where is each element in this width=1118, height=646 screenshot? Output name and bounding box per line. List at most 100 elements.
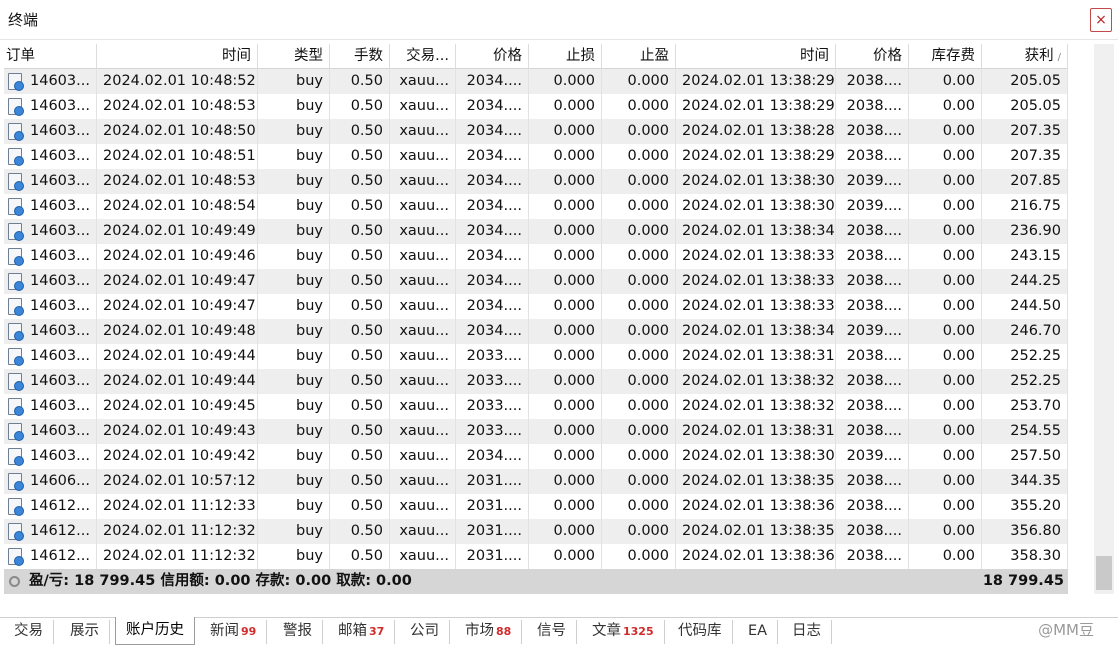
column-header-symbol[interactable]: 交易... xyxy=(390,44,456,69)
table-row[interactable]: 14603... 2024.02.01 10:49:44 buy 0.50 xauu..… xyxy=(4,344,1068,369)
cell-order: 14612... xyxy=(4,494,97,519)
cell-type: buy xyxy=(258,544,330,569)
table-row[interactable]: 14603... 2024.02.01 10:49:49 buy 0.50 xauu..… xyxy=(4,219,1068,244)
tab-label: 市场 xyxy=(465,623,494,639)
cell-value: 0.000 xyxy=(553,223,595,239)
summary-icon xyxy=(9,576,20,587)
cell-swap: 0.00 xyxy=(909,119,982,144)
closed-order-icon xyxy=(8,398,24,416)
table-row[interactable]: 14603... 2024.02.01 10:48:53 buy 0.50 xauu..… xyxy=(4,169,1068,194)
tab-1[interactable]: 展示 xyxy=(60,620,110,644)
cell-stop-loss: 0.000 xyxy=(529,144,602,169)
cell-take-profit: 0.000 xyxy=(602,94,676,119)
cell-value: 0.50 xyxy=(350,348,383,364)
closed-order-icon xyxy=(8,498,24,516)
cell-order: 14603... xyxy=(4,444,97,469)
column-header-close-price[interactable]: 价格 xyxy=(836,44,909,69)
cell-swap: 0.00 xyxy=(909,69,982,94)
cell-value: 0.50 xyxy=(350,298,383,314)
cell-volume: 0.50 xyxy=(330,344,390,369)
table-row[interactable]: 14612... 2024.02.01 11:12:32 buy 0.50 xauu..… xyxy=(4,544,1068,569)
cell-swap: 0.00 xyxy=(909,519,982,544)
cell-value: 2038.... xyxy=(846,273,902,289)
cell-close-price: 2038.... xyxy=(836,469,909,494)
column-header-type[interactable]: 类型 xyxy=(258,44,330,69)
table-row[interactable]: 14603... 2024.02.01 10:48:52 buy 0.50 xauu..… xyxy=(4,69,1068,94)
table-row[interactable]: 14603... 2024.02.01 10:49:45 buy 0.50 xauu..… xyxy=(4,394,1068,419)
cell-value: 2024.02.01 10:49:44 xyxy=(103,373,256,389)
cell-value: 14603... xyxy=(30,148,90,164)
table-row[interactable]: 14603... 2024.02.01 10:49:47 buy 0.50 xauu..… xyxy=(4,269,1068,294)
cell-value: 0.000 xyxy=(553,98,595,114)
cell-profit: 243.15 xyxy=(982,244,1068,269)
tab-2[interactable]: 账户历史 xyxy=(115,617,195,645)
cell-volume: 0.50 xyxy=(330,419,390,444)
cell-value: buy xyxy=(296,248,323,264)
cell-close-time: 2024.02.01 13:38:35 xyxy=(676,519,836,544)
scrollbar-thumb[interactable] xyxy=(1096,556,1112,590)
column-header-label: 止损 xyxy=(566,48,595,64)
close-button[interactable]: × xyxy=(1090,8,1112,32)
cell-value: 252.25 xyxy=(1010,373,1061,389)
table-row[interactable]: 14603... 2024.02.01 10:49:42 buy 0.50 xauu..… xyxy=(4,444,1068,469)
tab-8[interactable]: 信号 xyxy=(527,620,577,644)
table-row[interactable]: 14603... 2024.02.01 10:48:54 buy 0.50 xauu..… xyxy=(4,194,1068,219)
tab-7[interactable]: 市场 88 xyxy=(455,620,523,644)
closed-order-icon xyxy=(8,73,24,91)
tab-12[interactable]: 日志 xyxy=(782,620,832,644)
table-row[interactable]: 14603... 2024.02.01 10:49:47 buy 0.50 xauu..… xyxy=(4,294,1068,319)
cell-open-time: 2024.02.01 10:57:12 xyxy=(97,469,258,494)
table-row[interactable]: 14603... 2024.02.01 10:49:48 buy 0.50 xauu..… xyxy=(4,319,1068,344)
cell-value: 14603... xyxy=(30,198,90,214)
cell-value: 0.00 xyxy=(942,223,975,239)
table-row[interactable]: 14612... 2024.02.01 11:12:32 buy 0.50 xauu..… xyxy=(4,519,1068,544)
column-header-take-profit[interactable]: 止盈 xyxy=(602,44,676,69)
vertical-scrollbar[interactable] xyxy=(1094,44,1114,594)
table-row[interactable]: 14603... 2024.02.01 10:49:43 buy 0.50 xauu..… xyxy=(4,419,1068,444)
column-header-stop-loss[interactable]: 止损 xyxy=(529,44,602,69)
cell-value: buy xyxy=(296,398,323,414)
table-row[interactable]: 14603... 2024.02.01 10:48:50 buy 0.50 xauu..… xyxy=(4,119,1068,144)
cell-value: 0.000 xyxy=(627,523,669,539)
table-row[interactable]: 14612... 2024.02.01 11:12:33 buy 0.50 xauu..… xyxy=(4,494,1068,519)
column-header-order[interactable]: 订单 xyxy=(4,44,97,69)
table-row[interactable]: 14606... 2024.02.01 10:57:12 buy 0.50 xauu..… xyxy=(4,469,1068,494)
cell-value: 344.35 xyxy=(1010,473,1061,489)
cell-value: 0.000 xyxy=(627,373,669,389)
table-row[interactable]: 14603... 2024.02.01 10:49:44 buy 0.50 xauu..… xyxy=(4,369,1068,394)
cell-value: 0.00 xyxy=(942,423,975,439)
cell-value: xauu... xyxy=(399,223,449,239)
tab-0[interactable]: 交易 xyxy=(4,620,54,644)
column-header-swap[interactable]: 库存费 xyxy=(909,44,982,69)
cell-order: 14603... xyxy=(4,169,97,194)
tab-6[interactable]: 公司 xyxy=(400,620,450,644)
tab-4[interactable]: 警报 xyxy=(273,620,323,644)
cell-close-price: 2038.... xyxy=(836,144,909,169)
tab-10[interactable]: 代码库 xyxy=(668,620,733,644)
tab-5[interactable]: 邮箱 37 xyxy=(328,620,396,644)
tab-11[interactable]: EA xyxy=(738,620,779,644)
cell-open-time: 2024.02.01 10:49:44 xyxy=(97,344,258,369)
cell-open-time: 2024.02.01 11:12:33 xyxy=(97,494,258,519)
closed-order-icon xyxy=(8,123,24,141)
cell-value: 0.000 xyxy=(627,273,669,289)
cell-volume: 0.50 xyxy=(330,194,390,219)
column-header-open-price[interactable]: 价格 xyxy=(456,44,529,69)
tab-9[interactable]: 文章 1325 xyxy=(582,620,665,644)
cell-value: xauu... xyxy=(399,173,449,189)
table-row[interactable]: 14603... 2024.02.01 10:48:53 buy 0.50 xauu..… xyxy=(4,94,1068,119)
cell-profit: 205.05 xyxy=(982,69,1068,94)
table-row[interactable]: 14603... 2024.02.01 10:48:51 buy 0.50 xauu..… xyxy=(4,144,1068,169)
column-header-volume[interactable]: 手数 xyxy=(330,44,390,69)
column-header-profit[interactable]: 获利 / xyxy=(982,44,1068,69)
cell-volume: 0.50 xyxy=(330,544,390,569)
column-header-label: 库存费 xyxy=(931,48,976,64)
cell-value: 244.25 xyxy=(1010,273,1061,289)
tab-3[interactable]: 新闻 99 xyxy=(200,620,268,644)
cell-value: 0.00 xyxy=(942,73,975,89)
column-header-open-time[interactable]: 时间 xyxy=(97,44,258,69)
table-row[interactable]: 14603... 2024.02.01 10:49:46 buy 0.50 xauu..… xyxy=(4,244,1068,269)
cell-close-price: 2038.... xyxy=(836,69,909,94)
column-header-close-time[interactable]: 时间 xyxy=(676,44,836,69)
cell-value: buy xyxy=(296,98,323,114)
